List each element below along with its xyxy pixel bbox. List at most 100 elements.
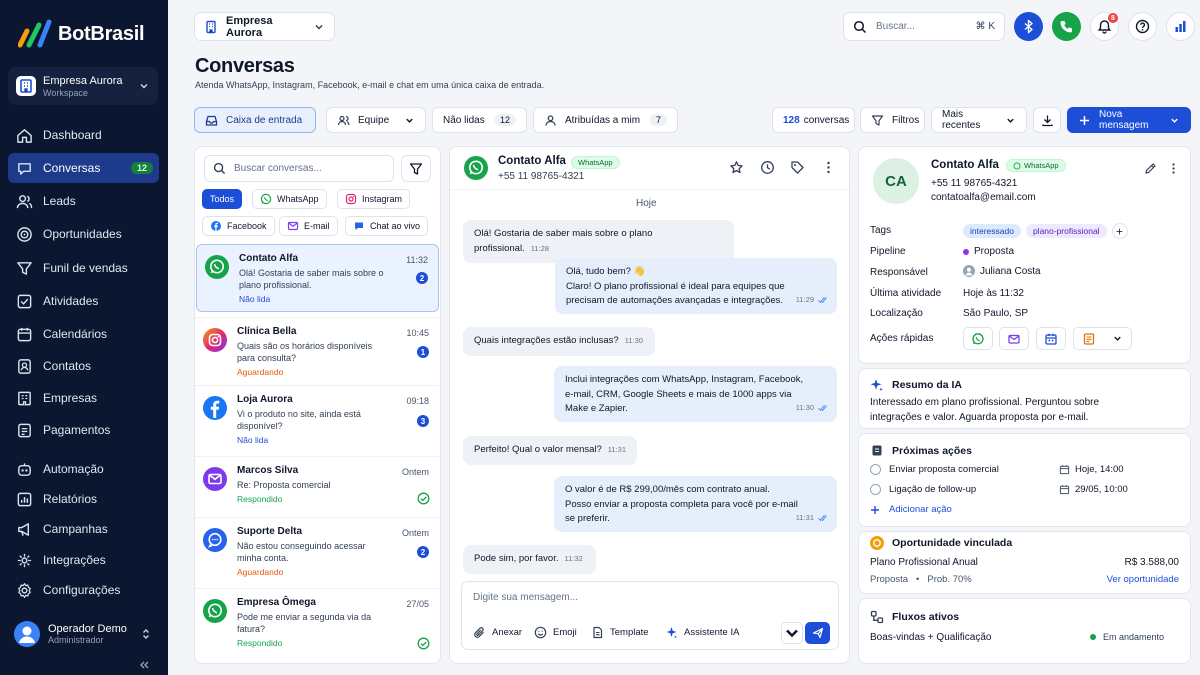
workspace-switcher[interactable]: Empresa Aurora Workspace xyxy=(8,67,158,105)
nav-contatos[interactable]: Contatos xyxy=(8,351,159,381)
add-action-button[interactable]: Adicionar ação xyxy=(870,504,952,515)
analytics-button[interactable] xyxy=(1166,12,1195,41)
channel-chip-email[interactable]: E-mail xyxy=(279,216,338,236)
nav-atividades[interactable]: Atividades xyxy=(8,286,159,316)
action-checkbox[interactable] xyxy=(870,464,881,475)
conversation-item-contato-alfa[interactable]: Contato Alfa 11:32 Olá! Gostaria de sabe… xyxy=(196,244,439,312)
chat-contact-name: Contato Alfa xyxy=(498,155,566,167)
conversation-search[interactable]: Buscar conversas... xyxy=(204,155,394,182)
tool-label: Anexar xyxy=(492,627,523,638)
collapse-sidebar-icon[interactable] xyxy=(138,659,150,671)
unread-badge: 2 xyxy=(417,546,429,558)
inbox-label: Caixa de entrada xyxy=(226,114,303,126)
nav-campanhas[interactable]: Campanhas xyxy=(8,514,159,544)
company-selector[interactable]: Empresa Aurora xyxy=(194,12,335,41)
message-line: precisam de automações avançadas e integ… xyxy=(566,295,784,306)
assigned-filter[interactable]: Atribuídas a mim 7 xyxy=(533,107,678,133)
team-dropdown[interactable]: Equipe xyxy=(326,107,426,133)
unread-filter[interactable]: Não lidas 12 xyxy=(432,107,527,133)
tag-chip[interactable]: interessado xyxy=(963,224,1021,238)
nav-pagamentos[interactable]: Pagamentos xyxy=(8,415,159,445)
quick-whatsapp-button[interactable] xyxy=(963,327,993,350)
channel-chip-whatsapp[interactable]: WhatsApp xyxy=(252,189,327,209)
ai-assistant-button[interactable]: Assistente IA xyxy=(665,626,739,639)
nav-calendarios[interactable]: Calendários xyxy=(8,319,159,349)
conversation-item-loja-aurora[interactable]: Loja Aurora 09:18 Vi o produto no site, … xyxy=(195,385,439,456)
nav-leads[interactable]: Leads xyxy=(8,186,159,216)
global-search[interactable]: Buscar... ⌘ K xyxy=(843,12,1005,41)
help-button[interactable] xyxy=(1128,12,1157,41)
message-line: Make e Zapier. xyxy=(565,403,628,414)
conversation-name: Loja Aurora xyxy=(237,394,293,405)
conversation-item-empresa-omega[interactable]: Empresa Ômega 27/05 Pode me enviar a seg… xyxy=(195,588,439,663)
next-actions-title: Próximas ações xyxy=(892,445,972,457)
edit-icon[interactable] xyxy=(1144,162,1157,175)
quick-note-button[interactable] xyxy=(1073,327,1132,350)
filters-button[interactable]: Filtros xyxy=(860,107,925,133)
channel-chip-livechat[interactable]: Chat ao vivo xyxy=(345,216,429,236)
star-icon[interactable] xyxy=(729,160,744,175)
chat-bubble-icon xyxy=(203,528,227,552)
send-button[interactable] xyxy=(805,622,830,644)
conversation-item-clinica-bella[interactable]: Clínica Bella 10:45 Quais são os horário… xyxy=(195,317,439,385)
send-options-button[interactable] xyxy=(781,622,803,644)
owner-avatar xyxy=(963,265,975,277)
nav-relatorios[interactable]: Relatórios xyxy=(8,484,159,514)
channel-chip-instagram[interactable]: Instagram xyxy=(337,189,411,209)
new-message-button[interactable]: Nova mensagem xyxy=(1067,107,1191,133)
tags-list: interessado plano-profissional xyxy=(963,223,1128,239)
avatar xyxy=(14,621,40,647)
nav-automacao[interactable]: Automação xyxy=(8,454,159,484)
total-count: 128 xyxy=(783,114,800,126)
call-button[interactable] xyxy=(1052,12,1081,41)
whatsapp-icon xyxy=(203,599,227,623)
emoji-button[interactable]: Emoji xyxy=(534,626,577,639)
whatsapp-icon xyxy=(260,193,272,205)
quick-calendar-button[interactable] xyxy=(1036,327,1066,350)
channel-chip-all[interactable]: Todos xyxy=(202,189,243,209)
action-checkbox[interactable] xyxy=(870,484,881,495)
channel-chip-facebook[interactable]: Facebook xyxy=(202,216,275,236)
quick-email-button[interactable] xyxy=(999,327,1029,350)
contact-email: contatoalfa@email.com xyxy=(931,192,1036,203)
template-button[interactable]: Template xyxy=(591,626,649,639)
action-when: Hoje, 14:00 xyxy=(1075,464,1124,475)
nav-dashboard[interactable]: Dashboard xyxy=(8,120,159,150)
app-logo[interactable]: BotBrasil xyxy=(18,19,145,49)
download-button[interactable] xyxy=(1033,107,1061,133)
bluetooth-button[interactable] xyxy=(1014,12,1043,41)
message-outgoing: Olá, tudo bem? 👋 Claro! O plano profissi… xyxy=(555,258,837,314)
user-menu[interactable]: Operador Demo Administrador xyxy=(8,614,158,654)
nav-integracoes[interactable]: Integrações xyxy=(8,545,159,575)
tag-chip[interactable]: plano-profissional xyxy=(1025,224,1107,238)
message-composer[interactable]: Digite sua mensagem... Anexar Emoji Temp… xyxy=(461,581,839,650)
reports-icon xyxy=(16,491,33,508)
clock-icon[interactable] xyxy=(760,160,775,175)
attach-button[interactable]: Anexar xyxy=(473,626,522,639)
list-filter-button[interactable] xyxy=(401,155,431,182)
pipeline-stage: Proposta xyxy=(974,246,1015,257)
nav-configuracoes[interactable]: Configurações xyxy=(8,575,159,605)
nav-funil[interactable]: Funil de vendas xyxy=(8,253,159,283)
sidebar: BotBrasil Empresa Aurora Workspace Dashb… xyxy=(0,0,168,675)
add-tag-icon[interactable] xyxy=(1111,223,1128,239)
message-meta: 11:30 xyxy=(796,401,828,416)
conversation-preview: Não estou conseguindo acessar minha cont… xyxy=(237,541,366,563)
nav-oportunidades[interactable]: Oportunidades xyxy=(8,219,159,249)
conversation-item-marcos-silva[interactable]: Marcos Silva Ontem Re: Proposta comercia… xyxy=(195,456,439,517)
chevron-down-icon xyxy=(313,21,325,33)
notifications-button[interactable]: 8 xyxy=(1090,12,1119,41)
tag-icon[interactable] xyxy=(790,160,805,175)
nav-empresas[interactable]: Empresas xyxy=(8,383,159,413)
conversation-item-suporte-delta[interactable]: Suporte Delta Ontem Não estou conseguind… xyxy=(195,517,439,588)
building-icon xyxy=(16,76,36,96)
inbox-tab[interactable]: Caixa de entrada xyxy=(194,107,316,133)
more-vertical-icon[interactable] xyxy=(821,160,836,175)
nav-conversas[interactable]: Conversas 12 xyxy=(8,153,159,183)
view-opportunity-link[interactable]: Ver oportunidade xyxy=(1107,574,1179,585)
quick-actions-label: Ações rápidas xyxy=(870,333,934,344)
message-time: 11:30 xyxy=(795,402,814,412)
more-vertical-icon[interactable] xyxy=(1167,162,1180,175)
nav-label: Dashboard xyxy=(43,128,102,142)
sort-dropdown[interactable]: Mais recentes xyxy=(931,107,1027,133)
